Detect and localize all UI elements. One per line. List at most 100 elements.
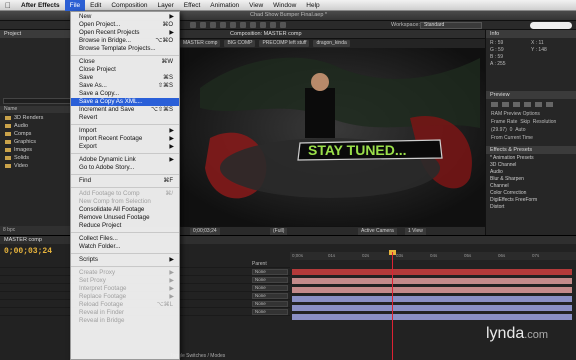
zoom-tool-icon[interactable] — [210, 22, 216, 28]
ram-preview-icon[interactable] — [546, 102, 553, 107]
menu-item-save[interactable]: Save ⌘S — [71, 74, 179, 82]
layer-bar[interactable] — [292, 305, 572, 311]
pan-tool-icon[interactable] — [240, 22, 246, 28]
breadcrumb-item[interactable]: dragon_kinda — [313, 40, 350, 47]
menu-item-import[interactable]: Import ▶ — [71, 127, 179, 135]
apple-icon[interactable]:  — [0, 1, 16, 10]
menu-item-reduce-project[interactable]: Reduce Project — [71, 222, 179, 230]
menu-item-save-as[interactable]: Save As... ⇧⌘S — [71, 82, 179, 90]
layer-bar[interactable] — [292, 314, 572, 320]
effects-category[interactable]: DigiEffects FreeForm — [490, 197, 572, 204]
mask-tool-icon[interactable] — [250, 22, 256, 28]
pen-tool-icon[interactable] — [260, 22, 266, 28]
breadcrumb-item[interactable]: MASTER comp — [180, 40, 221, 47]
menu-animation[interactable]: Animation — [205, 0, 244, 11]
prev-frame-icon[interactable] — [502, 102, 509, 107]
menu-item-watch-folder[interactable]: Watch Folder... — [71, 243, 179, 251]
menu-help[interactable]: Help — [301, 0, 324, 11]
effects-category[interactable]: Color Correction — [490, 190, 572, 197]
menu-composition[interactable]: Composition — [106, 0, 152, 11]
hand-tool-icon[interactable] — [200, 22, 206, 28]
parent-select[interactable]: None — [252, 292, 288, 299]
parent-select[interactable]: None — [252, 284, 288, 291]
menu-item-save-a-copy-as-xml[interactable]: Save a Copy As XML... — [71, 98, 179, 106]
project-folder[interactable]: Audio — [0, 122, 80, 130]
menu-item-close[interactable]: Close ⌘W — [71, 58, 179, 66]
project-folder[interactable]: Solids — [0, 154, 80, 162]
bpc-indicator[interactable]: 8 bpc — [3, 227, 15, 233]
menu-app[interactable]: After Effects — [16, 0, 65, 11]
project-folder[interactable]: Graphics — [0, 138, 80, 146]
selection-tool-icon[interactable] — [190, 22, 196, 28]
parent-select[interactable]: None — [252, 308, 288, 315]
breadcrumb-item[interactable]: BIG COMP — [224, 40, 256, 47]
menu-item-export[interactable]: Export ▶ — [71, 143, 179, 151]
menu-effect[interactable]: Effect — [179, 0, 206, 11]
playhead-line[interactable] — [392, 252, 393, 360]
play-icon[interactable] — [513, 102, 520, 107]
project-folder[interactable]: Images — [0, 146, 80, 154]
rotate-tool-icon[interactable] — [220, 22, 226, 28]
viewer-timecode[interactable]: 0;00;03;24 — [190, 228, 220, 235]
menu-view[interactable]: View — [244, 0, 268, 11]
menu-item-remove-unused-footage[interactable]: Remove Unused Footage — [71, 214, 179, 222]
tab-effects-presets[interactable]: Effects & Presets — [486, 146, 576, 154]
workspace-select[interactable]: Standard — [420, 22, 482, 29]
parent-select[interactable]: None — [252, 276, 288, 283]
timeline-timecode[interactable]: 0;00;03;24 — [4, 247, 52, 256]
layer-bar[interactable] — [292, 269, 572, 275]
parent-select[interactable]: None — [252, 300, 288, 307]
effects-category[interactable]: Distort — [490, 204, 572, 211]
menu-item-scripts[interactable]: Scripts ▶ — [71, 256, 179, 264]
breadcrumb-item[interactable]: PRECOMP left stuff — [259, 40, 310, 47]
project-folder[interactable]: Video — [0, 162, 80, 170]
menu-item-import-recent-footage[interactable]: Import Recent Footage ▶ — [71, 135, 179, 143]
menu-item-consolidate-all-footage[interactable]: Consolidate All Footage — [71, 206, 179, 214]
views-select[interactable]: 1 View — [405, 228, 426, 235]
menu-file[interactable]: File — [64, 0, 86, 11]
menu-item-save-a-copy[interactable]: Save a Copy... — [71, 90, 179, 98]
parent-select[interactable]: None — [252, 268, 288, 275]
menu-item-go-to-adobe-story[interactable]: Go to Adobe Story... — [71, 164, 179, 172]
tab-info[interactable]: Info — [486, 30, 576, 38]
project-folder[interactable]: Comps — [0, 130, 80, 138]
effects-category[interactable]: * Animation Presets — [490, 155, 572, 162]
layer-bar[interactable] — [292, 296, 572, 302]
camera-tool-icon[interactable] — [230, 22, 236, 28]
camera-select[interactable]: Active Camera — [358, 228, 397, 235]
tab-composition[interactable]: Composition: MASTER comp — [230, 31, 302, 37]
layer-bar[interactable] — [292, 278, 572, 284]
menu-layer[interactable]: Layer — [152, 0, 178, 11]
menu-item-find[interactable]: Find ⌘F — [71, 177, 179, 185]
ram-preview-options[interactable]: RAM Preview Options — [486, 110, 576, 118]
menu-item-open-recent-projects[interactable]: Open Recent Projects ▶ — [71, 29, 179, 37]
menu-window[interactable]: Window — [268, 0, 301, 11]
brush-tool-icon[interactable] — [280, 22, 286, 28]
tab-preview[interactable]: Preview — [486, 91, 576, 99]
menu-item-adobe-dynamic-link[interactable]: Adobe Dynamic Link ▶ — [71, 156, 179, 164]
menu-item-increment-and-save[interactable]: Increment and Save ⌥⇧⌘S — [71, 106, 179, 114]
menu-item-browse-template-projects[interactable]: Browse Template Projects... — [71, 45, 179, 53]
menu-edit[interactable]: Edit — [85, 0, 106, 11]
menu-item-new[interactable]: New ▶ — [71, 13, 179, 21]
menu-item-close-project[interactable]: Close Project — [71, 66, 179, 74]
menu-item-open-project[interactable]: Open Project... ⌘O — [71, 21, 179, 29]
time-ruler[interactable]: 0;00s 01s 02s 03s 04s 05s 06s 07s — [290, 252, 576, 260]
effects-category[interactable]: 3D Channel — [490, 162, 572, 169]
effects-category[interactable]: Channel — [490, 183, 572, 190]
effects-category[interactable]: Blur & Sharpen — [490, 176, 572, 183]
project-folder[interactable]: 3D Renders — [0, 114, 80, 122]
effects-category[interactable]: Audio — [490, 169, 572, 176]
from-current-time-checkbox[interactable]: From Current Time — [486, 134, 576, 142]
tab-project[interactable]: Project — [0, 30, 79, 38]
resolution-select[interactable]: (Full) — [270, 228, 288, 235]
first-frame-icon[interactable] — [491, 102, 498, 107]
menu-item-collect-files[interactable]: Collect Files... — [71, 235, 179, 243]
menu-item-browse-in-bridge[interactable]: Browse in Bridge... ⌥⌘O — [71, 37, 179, 45]
text-tool-icon[interactable] — [270, 22, 276, 28]
project-search-input[interactable] — [3, 98, 77, 104]
menu-item-revert[interactable]: Revert — [71, 114, 179, 122]
search-help-input[interactable] — [530, 22, 572, 29]
last-frame-icon[interactable] — [535, 102, 542, 107]
layer-bar[interactable] — [292, 287, 572, 293]
